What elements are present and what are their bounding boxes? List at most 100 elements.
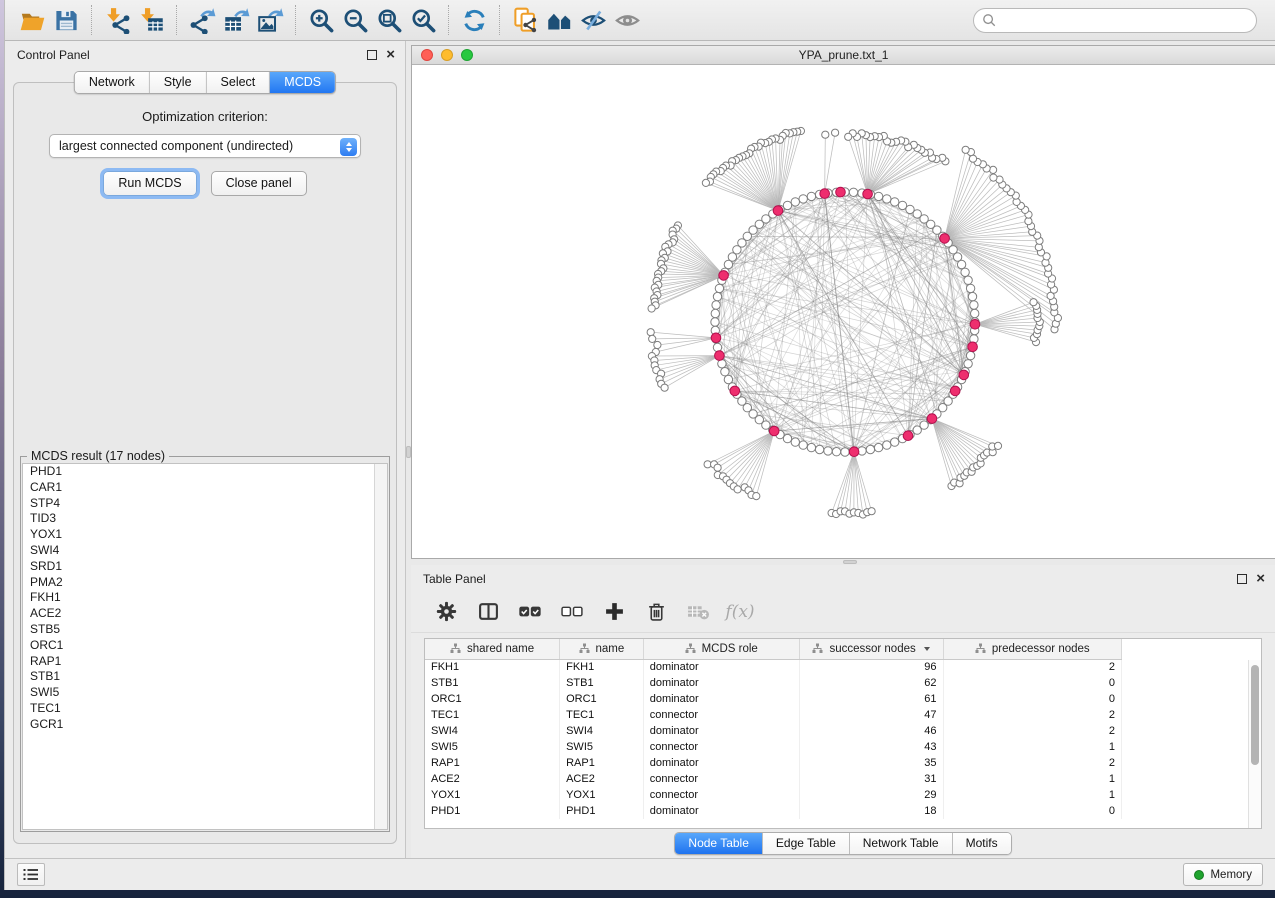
search-box[interactable]: [973, 8, 1257, 33]
tab-mcds[interactable]: MCDS: [270, 72, 335, 93]
horizontal-splitter[interactable]: [411, 559, 1275, 565]
close-panel-button[interactable]: Close panel: [211, 171, 307, 196]
float-panel-icon[interactable]: [367, 50, 377, 60]
float-panel-icon[interactable]: [1237, 574, 1247, 584]
mcds-result-title: MCDS result (17 nodes): [27, 449, 169, 463]
tab-select[interactable]: Select: [207, 72, 271, 93]
result-list-item[interactable]: PMA2: [23, 575, 387, 591]
search-input[interactable]: [997, 10, 1256, 30]
column-header-MCDS-role[interactable]: MCDS role: [643, 639, 799, 659]
columns-icon[interactable]: [469, 595, 507, 629]
toolbar-separator: [499, 5, 500, 35]
table-scrollbar[interactable]: [1248, 660, 1261, 828]
zoom-out-icon[interactable]: [338, 4, 372, 36]
result-list-item[interactable]: YOX1: [23, 527, 387, 543]
network-window-titlebar: YPA_prune.txt_1: [412, 46, 1275, 65]
result-list-item[interactable]: TID3: [23, 511, 387, 527]
table-row[interactable]: RAP1RAP1dominator352: [425, 755, 1122, 771]
show-all-icon[interactable]: [610, 4, 644, 36]
export-image-icon[interactable]: [253, 4, 287, 36]
control-panel-titlebar: Control Panel ×: [5, 41, 405, 67]
column-type-icon: [975, 643, 986, 654]
tab-network[interactable]: Network: [75, 72, 150, 93]
close-panel-icon[interactable]: ×: [386, 50, 395, 60]
zoom-selected-icon[interactable]: [406, 4, 440, 36]
save-session-icon[interactable]: [49, 4, 83, 36]
column-header-predecessor-nodes[interactable]: predecessor nodes: [943, 639, 1122, 659]
table-row[interactable]: FKH1FKH1dominator962: [425, 659, 1122, 675]
control-panel-title: Control Panel: [17, 48, 90, 62]
tab-network-table[interactable]: Network Table: [850, 833, 953, 854]
result-list-item[interactable]: SWI5: [23, 685, 387, 701]
network-graph: [412, 65, 1275, 558]
status-bar: Memory: [5, 858, 1275, 890]
apply-layout-icon[interactable]: [457, 4, 491, 36]
column-type-icon: [685, 643, 696, 654]
toolbar-icon-groups: [15, 4, 644, 36]
desktop: Control Panel × NetworkStyleSelectMCDS O…: [0, 0, 1275, 898]
search-area: [973, 8, 1257, 33]
column-header-successor-nodes[interactable]: successor nodes: [799, 639, 943, 659]
result-list-item[interactable]: ORC1: [23, 638, 387, 654]
result-list-item[interactable]: PHD1: [23, 464, 387, 480]
zoom-in-icon[interactable]: [304, 4, 338, 36]
result-list-item[interactable]: SRD1: [23, 559, 387, 575]
zoom-fit-icon[interactable]: [372, 4, 406, 36]
table-row[interactable]: STB1STB1dominator620: [425, 675, 1122, 691]
export-network-icon[interactable]: [185, 4, 219, 36]
column-header-shared-name[interactable]: shared name: [425, 639, 560, 659]
tab-edge-table[interactable]: Edge Table: [763, 833, 850, 854]
delete-column-icon[interactable]: [637, 595, 675, 629]
table-row[interactable]: TEC1TEC1connector472: [425, 707, 1122, 723]
first-neighbors-icon[interactable]: [542, 4, 576, 36]
column-type-icon: [812, 643, 823, 654]
result-list-scrollbar[interactable]: [374, 464, 387, 829]
hide-selected-icon[interactable]: [576, 4, 610, 36]
column-header-name[interactable]: name: [560, 639, 644, 659]
mcds-result-list[interactable]: PHD1CAR1STP4TID3YOX1SWI4SRD1PMA2FKH1ACE2…: [22, 463, 388, 830]
table-row[interactable]: SWI5SWI5connector431: [425, 739, 1122, 755]
network-canvas[interactable]: [412, 65, 1275, 558]
control-panel: Control Panel × NetworkStyleSelectMCDS O…: [5, 41, 405, 858]
result-list-item[interactable]: STP4: [23, 496, 387, 512]
select-all-checkboxes-icon[interactable]: [511, 595, 549, 629]
vertical-splitter[interactable]: [405, 41, 411, 858]
result-list-item[interactable]: STB5: [23, 622, 387, 638]
tab-node-table[interactable]: Node Table: [675, 833, 763, 854]
result-list-item[interactable]: FKH1: [23, 590, 387, 606]
add-column-icon[interactable]: [595, 595, 633, 629]
optimization-select[interactable]: largest connected component (undirected): [49, 134, 361, 158]
splitter-handle[interactable]: [406, 446, 411, 458]
import-network-icon[interactable]: [100, 4, 134, 36]
result-list-item[interactable]: RAP1: [23, 654, 387, 670]
result-list-item[interactable]: TEC1: [23, 701, 387, 717]
gear-icon[interactable]: [427, 595, 465, 629]
tab-motifs[interactable]: Motifs: [953, 833, 1011, 854]
result-list-item[interactable]: ACE2: [23, 606, 387, 622]
task-history-button[interactable]: [17, 863, 45, 886]
result-list-item[interactable]: CAR1: [23, 480, 387, 496]
deselect-all-checkboxes-icon[interactable]: [553, 595, 591, 629]
run-mcds-button[interactable]: Run MCDS: [103, 171, 196, 196]
tab-style[interactable]: Style: [150, 72, 207, 93]
mcds-result-group: MCDS result (17 nodes) PHD1CAR1STP4TID3Y…: [20, 449, 390, 832]
result-list-item[interactable]: SWI4: [23, 543, 387, 559]
optimization-criterion-label: Optimization criterion:: [14, 109, 396, 124]
memory-status-icon: [1194, 870, 1204, 880]
result-list-item[interactable]: STB1: [23, 669, 387, 685]
table-row[interactable]: SWI4SWI4dominator462: [425, 723, 1122, 739]
table-row[interactable]: ACE2ACE2connector311: [425, 771, 1122, 787]
clone-network-icon[interactable]: [508, 4, 542, 36]
table-row[interactable]: PHD1PHD1dominator180: [425, 803, 1122, 819]
export-table-icon[interactable]: [219, 4, 253, 36]
table-row[interactable]: ORC1ORC1dominator610: [425, 691, 1122, 707]
memory-button[interactable]: Memory: [1183, 863, 1263, 886]
table-scrollbar-thumb[interactable]: [1251, 665, 1259, 765]
table-row[interactable]: YOX1YOX1connector291: [425, 787, 1122, 803]
close-panel-icon[interactable]: ×: [1256, 574, 1265, 584]
result-list-item[interactable]: GCR1: [23, 717, 387, 733]
splitter-handle[interactable]: [843, 560, 857, 564]
open-session-icon[interactable]: [15, 4, 49, 36]
import-table-icon[interactable]: [134, 4, 168, 36]
list-icon: [23, 868, 39, 881]
